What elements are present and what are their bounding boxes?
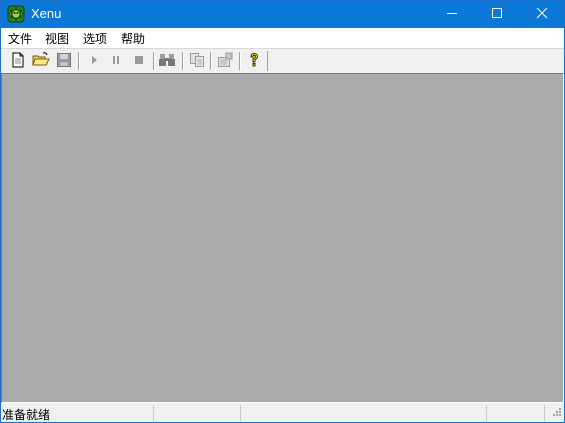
new-document-icon (10, 52, 26, 71)
close-button[interactable] (519, 1, 564, 28)
play-icon (89, 54, 99, 68)
status-pane (486, 405, 544, 421)
maximize-icon (491, 7, 503, 22)
help-button[interactable] (244, 51, 264, 71)
stop-button[interactable] (129, 51, 149, 71)
title-bar[interactable]: Xenu (1, 1, 564, 28)
minimize-icon (446, 7, 458, 22)
save-icon (56, 52, 72, 71)
new-button[interactable] (8, 51, 28, 71)
close-icon (536, 7, 548, 22)
menu-file[interactable]: 文件 (7, 30, 33, 47)
minimize-button[interactable] (429, 1, 474, 28)
toolbar-separator (210, 52, 212, 70)
app-window: Xenu 文件 视图 选项 帮助 准备就绪 (0, 0, 565, 423)
copy-icon (189, 52, 205, 71)
toolbar-separator (182, 52, 184, 70)
stop-icon (134, 54, 144, 68)
start-button[interactable] (84, 51, 104, 71)
properties-button[interactable] (215, 51, 235, 71)
window-title: Xenu (31, 6, 62, 21)
toolbar-separator (153, 52, 155, 70)
resize-grip-icon[interactable] (550, 407, 562, 419)
toolbar-separator (78, 52, 80, 70)
copy-button[interactable] (187, 51, 207, 71)
menu-view[interactable]: 视图 (44, 30, 70, 47)
menu-options[interactable]: 选项 (82, 30, 108, 47)
toolbar-separator (239, 52, 241, 70)
workspace-area[interactable] (1, 73, 564, 403)
status-pane (153, 405, 240, 421)
status-text: 准备就绪 (2, 408, 51, 422)
pause-icon (111, 54, 121, 68)
pause-button[interactable] (106, 51, 126, 71)
xenu-spider-icon[interactable] (7, 5, 25, 23)
status-pane (240, 405, 486, 421)
menu-help[interactable]: 帮助 (120, 30, 146, 47)
menu-bar: 文件 视图 选项 帮助 (1, 28, 564, 48)
maximize-button[interactable] (474, 1, 519, 28)
find-button[interactable] (157, 51, 177, 71)
toolbar-end-divider (267, 51, 268, 71)
toolbar (1, 48, 564, 74)
help-icon (246, 52, 262, 71)
find-binoculars-icon (158, 52, 176, 71)
open-button[interactable] (31, 51, 51, 71)
save-button[interactable] (54, 51, 74, 71)
properties-icon (217, 52, 233, 71)
status-bar: 准备就绪 (1, 403, 564, 422)
open-folder-icon (32, 51, 50, 71)
